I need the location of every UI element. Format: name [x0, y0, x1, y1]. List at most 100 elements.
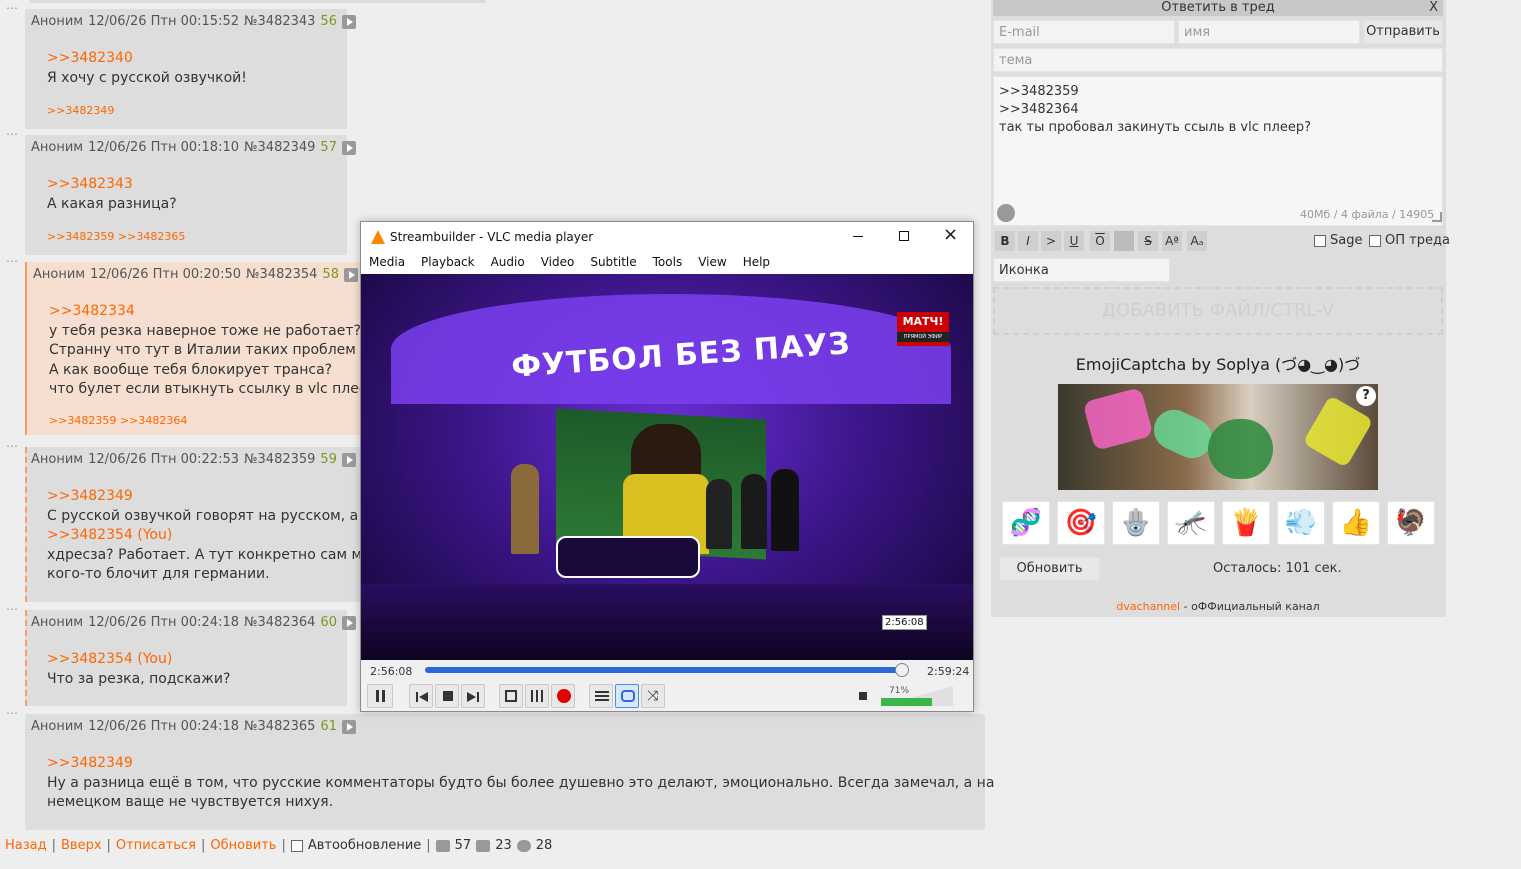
- shuffle-button[interactable]: ⤨: [641, 684, 665, 708]
- quote-link[interactable]: >>3482343: [47, 175, 177, 195]
- maximize-icon[interactable]: [899, 231, 909, 241]
- resize-handle-icon[interactable]: [1432, 212, 1442, 222]
- strike-button[interactable]: S: [1138, 231, 1158, 251]
- close-icon[interactable]: X: [1429, 0, 1438, 15]
- playlist-button[interactable]: [589, 684, 613, 708]
- post-id[interactable]: №3482343: [244, 14, 315, 29]
- back-link[interactable]: Назад: [5, 838, 47, 853]
- post-id[interactable]: №3482365: [244, 719, 315, 734]
- volume-slider[interactable]: [881, 686, 953, 708]
- menu-item-audio[interactable]: Audio: [483, 252, 533, 274]
- captcha-option[interactable]: 🦃: [1387, 501, 1435, 545]
- autorefresh-checkbox[interactable]: [290, 839, 303, 852]
- post-id[interactable]: №3482359: [244, 452, 315, 467]
- post-replies[interactable]: >>3482359 >>3482364: [49, 414, 187, 427]
- record-button[interactable]: [551, 684, 575, 708]
- play-icon[interactable]: [341, 140, 356, 155]
- upload-icon[interactable]: [997, 204, 1015, 222]
- play-icon[interactable]: [343, 267, 358, 282]
- refresh-link[interactable]: Обновить: [210, 838, 276, 853]
- play-icon[interactable]: [341, 14, 356, 29]
- captcha-option[interactable]: 🪬: [1112, 501, 1160, 545]
- menu-item-playback[interactable]: Playback: [413, 252, 483, 274]
- captcha-option[interactable]: 🦟: [1167, 501, 1215, 545]
- menu-item-subtitle[interactable]: Subtitle: [582, 252, 644, 274]
- menu-item-help[interactable]: Help: [735, 252, 778, 274]
- limits-text: 40Мб / 4 файла / 14905: [1300, 208, 1435, 221]
- post-menu-icon[interactable]: ⋯: [6, 439, 20, 453]
- subject-field[interactable]: тема: [993, 48, 1443, 72]
- captcha-help-icon[interactable]: ?: [1356, 386, 1376, 406]
- bold-button[interactable]: B: [995, 231, 1015, 251]
- menu-item-view[interactable]: View: [690, 252, 734, 274]
- post-menu-icon[interactable]: ⋯: [6, 1, 20, 15]
- quote-link[interactable]: >>3482340: [47, 49, 247, 69]
- quote-link[interactable]: >>3482354 (You): [47, 526, 387, 546]
- name-field[interactable]: имя: [1178, 20, 1360, 44]
- play-icon[interactable]: [341, 452, 356, 467]
- users-count: 28: [535, 838, 553, 853]
- post-menu-icon[interactable]: ⋯: [6, 127, 20, 141]
- subscript-button[interactable]: Aₐ: [1187, 231, 1207, 251]
- sage-checkbox[interactable]: [1314, 235, 1326, 247]
- volume-fill: [881, 698, 933, 706]
- post-menu-icon[interactable]: ⋯: [6, 706, 20, 720]
- post-header: Аноним 12/06/26 Птн 00:24:18 №3482364 60: [31, 615, 356, 630]
- op-checkbox[interactable]: [1369, 235, 1381, 247]
- next-button[interactable]: [461, 684, 485, 708]
- extended-settings-button[interactable]: [525, 684, 549, 708]
- unsubscribe-link[interactable]: Отписаться: [116, 838, 196, 853]
- seek-handle[interactable]: [894, 663, 909, 677]
- post-replies[interactable]: >>3482359 >>3482365: [47, 230, 185, 243]
- quote-link[interactable]: >>3482334: [49, 302, 391, 322]
- separator: |: [201, 838, 206, 853]
- menu-item-tools[interactable]: Tools: [645, 252, 691, 274]
- quote-button[interactable]: >: [1041, 231, 1061, 251]
- email-field[interactable]: E-mail: [993, 20, 1175, 44]
- post-menu-icon[interactable]: ⋯: [6, 602, 20, 616]
- captcha-option[interactable]: 💨: [1277, 501, 1325, 545]
- captcha-option[interactable]: 🧬: [1002, 501, 1050, 545]
- post-menu-icon[interactable]: ⋯: [6, 254, 20, 268]
- captcha-option[interactable]: 🍟: [1222, 501, 1270, 545]
- vlc-titlebar[interactable]: Streambuilder - VLC media player ×: [361, 222, 973, 252]
- captcha-option[interactable]: 👍: [1332, 501, 1380, 545]
- spoiler-button[interactable]: [1114, 231, 1134, 251]
- refresh-captcha-button[interactable]: Обновить: [999, 557, 1100, 581]
- pause-button[interactable]: [367, 684, 393, 708]
- post-text-line: кого-то блочит для германии.: [47, 566, 270, 582]
- speaker-icon[interactable]: [859, 692, 867, 700]
- menu-item-video[interactable]: Video: [533, 252, 583, 274]
- quote-link[interactable]: >>3482349: [47, 754, 994, 774]
- underline-button[interactable]: U: [1064, 231, 1084, 251]
- quote-link[interactable]: >>3482349: [47, 487, 387, 507]
- seek-bar[interactable]: [425, 663, 909, 677]
- submit-button[interactable]: Отправить: [1363, 20, 1443, 44]
- post-id[interactable]: №3482354: [246, 267, 317, 282]
- captcha-option[interactable]: 🎯: [1057, 501, 1105, 545]
- video-frame[interactable]: ФУТБОЛ БЕЗ ПАУЗ МАТЧ! ПРЯМОЙ ЭФИР 2:56:0…: [361, 274, 973, 660]
- italic-button[interactable]: I: [1018, 231, 1038, 251]
- up-link[interactable]: Вверх: [61, 838, 102, 853]
- time-elapsed: 2:56:08: [370, 665, 413, 678]
- play-icon[interactable]: [341, 719, 356, 734]
- post-id[interactable]: №3482364: [244, 615, 315, 630]
- play-icon[interactable]: [341, 615, 356, 630]
- stop-button[interactable]: [435, 684, 459, 708]
- post-id[interactable]: №3482349: [244, 140, 315, 155]
- quote-link[interactable]: >>3482354 (You): [47, 650, 230, 670]
- minimize-icon[interactable]: [853, 236, 863, 237]
- close-icon[interactable]: ×: [943, 226, 958, 244]
- dvachannel-link[interactable]: dvachannel: [1116, 600, 1180, 613]
- post-replies[interactable]: >>3482349: [47, 104, 114, 117]
- overline-button[interactable]: O: [1090, 231, 1110, 251]
- fullscreen-button[interactable]: [499, 684, 523, 708]
- message-textarea[interactable]: >>3482359 >>3482364 так ты пробовал заки…: [993, 76, 1443, 226]
- previous-button[interactable]: [409, 684, 433, 708]
- add-file-dropzone[interactable]: ДОБАВИТЬ ФАЙЛ/CTRL-V: [993, 287, 1443, 335]
- menu-item-media[interactable]: Media: [361, 252, 413, 274]
- loop-button[interactable]: [615, 684, 639, 708]
- superscript-button[interactable]: Aª: [1162, 231, 1182, 251]
- icon-select[interactable]: Иконка: [993, 258, 1170, 282]
- post: Аноним 12/06/26 Птн 00:18:10 №3482349 57 >>3…: [25, 135, 356, 255]
